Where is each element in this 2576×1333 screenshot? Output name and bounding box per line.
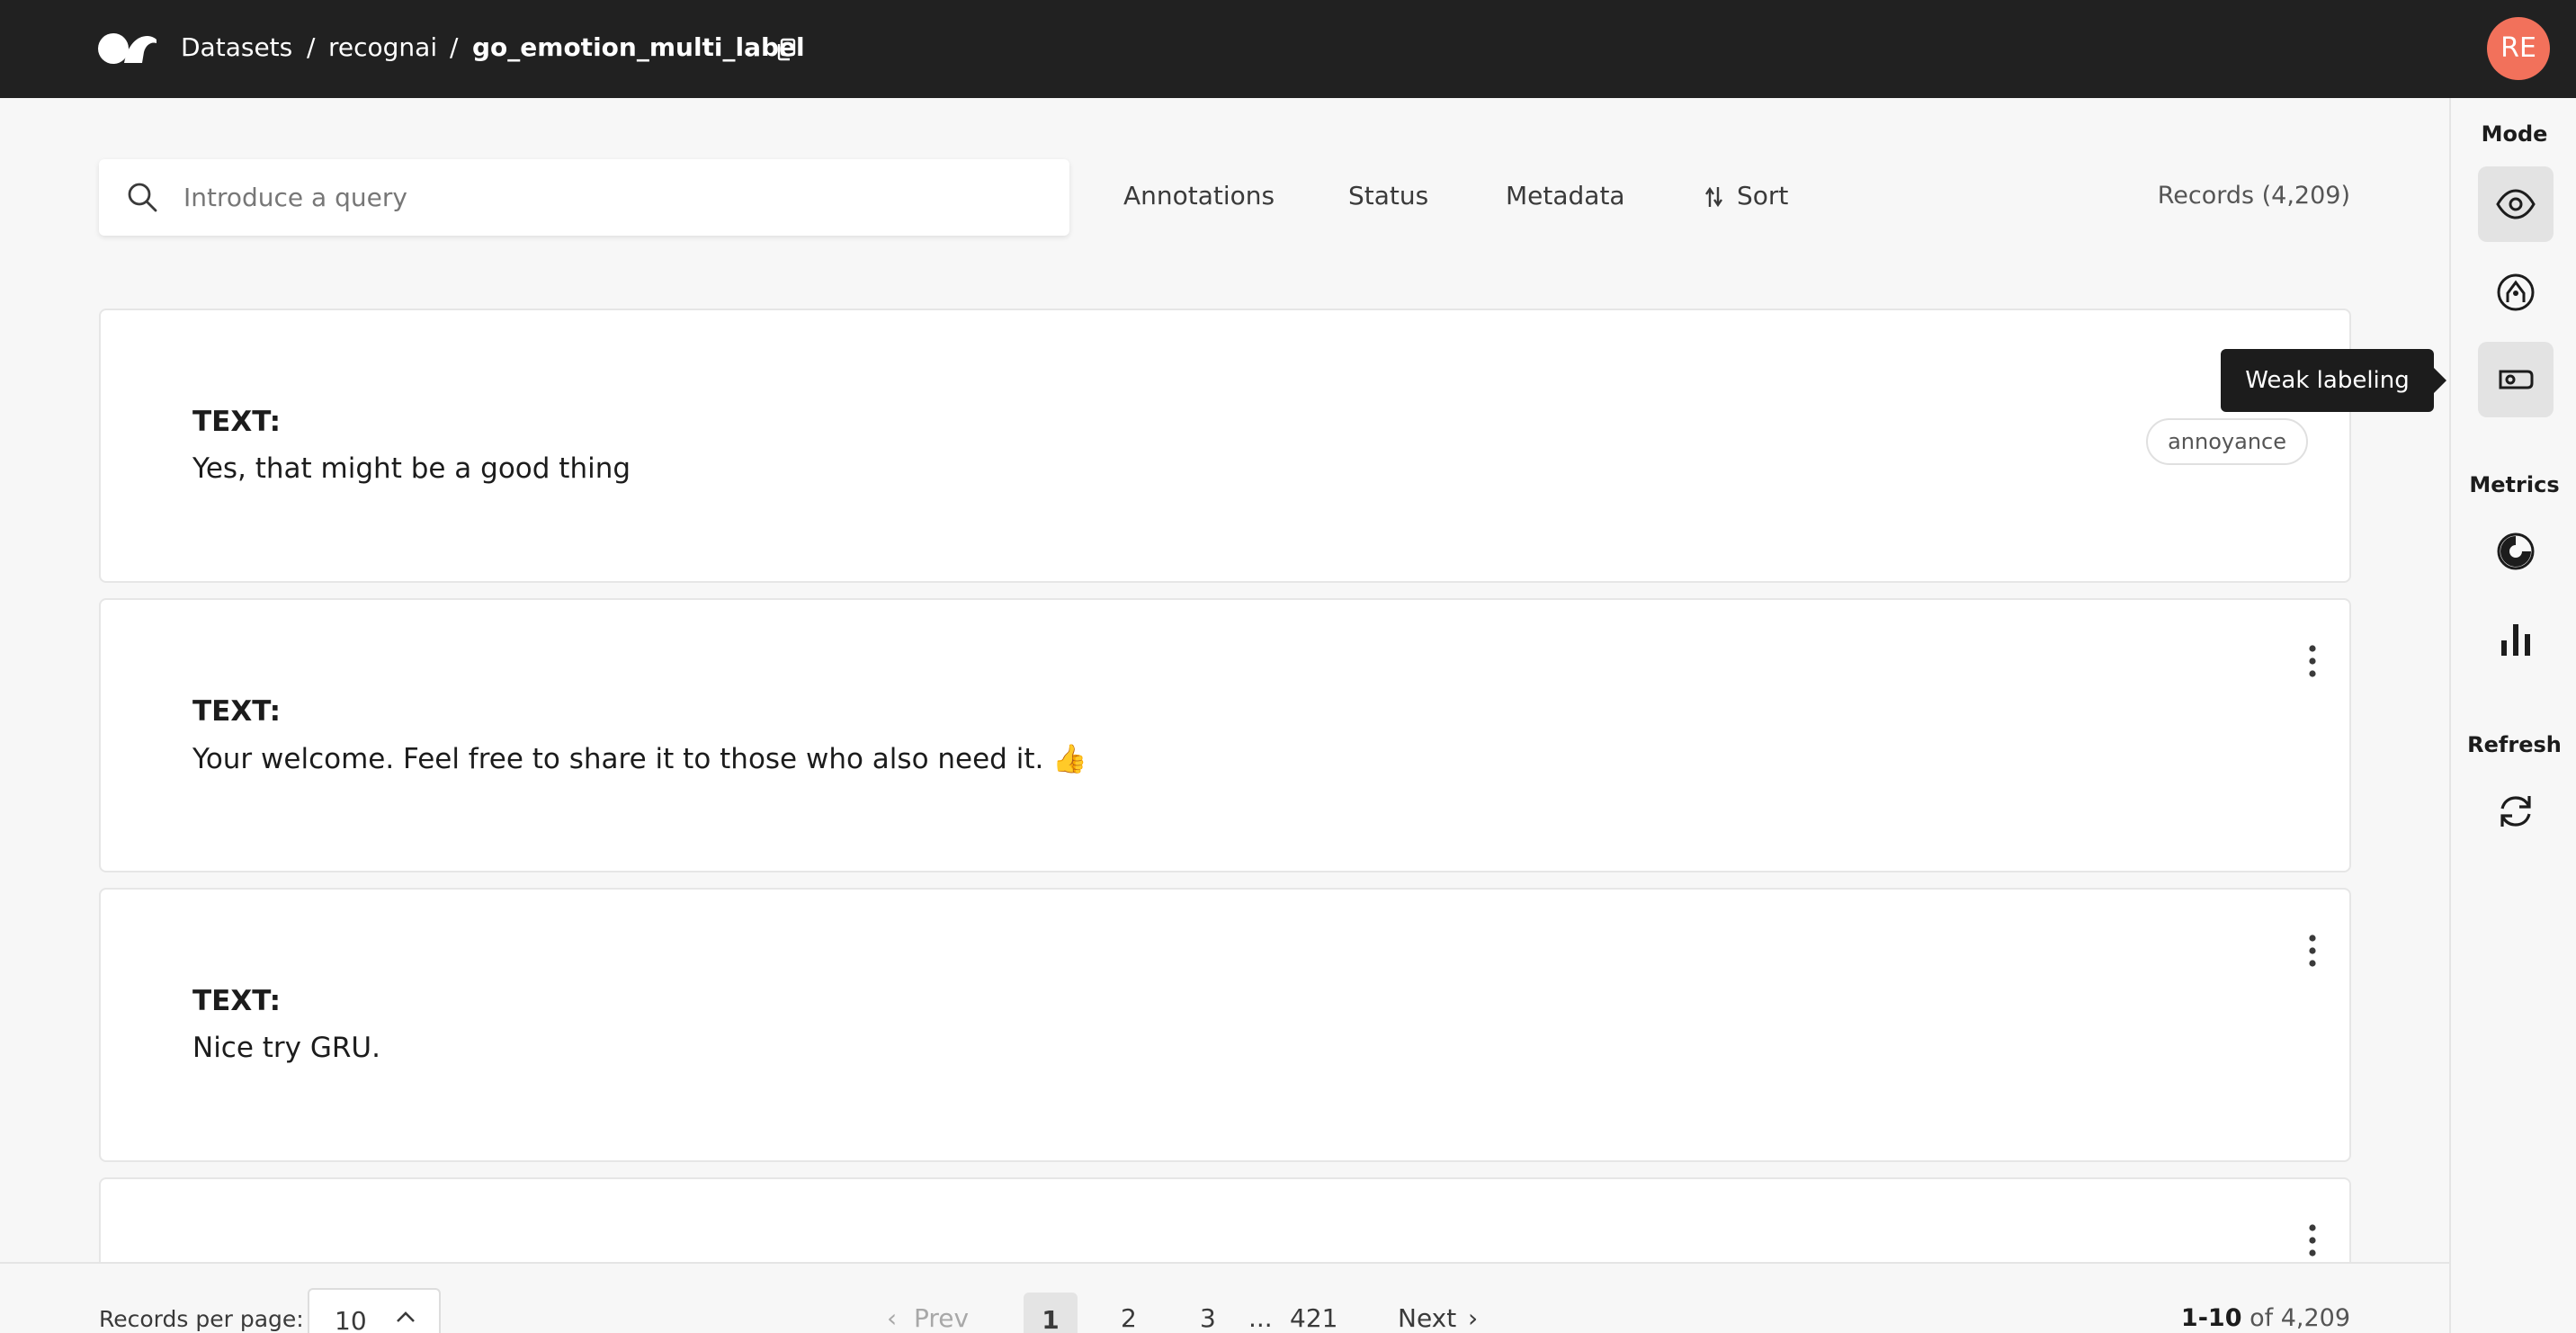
metrics-label: Metrics [2469, 472, 2560, 497]
field-label: TEXT: [192, 695, 282, 728]
breadcrumb-datasets[interactable]: Datasets [181, 31, 292, 65]
stats-metrics-button[interactable] [2478, 602, 2554, 677]
user-avatar[interactable]: RE [2487, 17, 2550, 80]
record-card: TEXT: Nice try GRU. [99, 888, 2351, 1162]
records-per-page-value: 10 [335, 1306, 367, 1333]
chevron-up-icon [397, 1311, 415, 1322]
label-tag[interactable]: annoyance [2146, 418, 2308, 465]
filter-metadata[interactable]: Metadata [1506, 178, 1625, 214]
breadcrumb-workspace[interactable]: recognai [328, 31, 437, 65]
breadcrumb-dataset: go_emotion_multi_label [472, 32, 805, 62]
search-box [99, 159, 1069, 236]
field-label: TEXT: [192, 406, 282, 438]
page-button-current[interactable]: 1 [1024, 1293, 1078, 1333]
chevron-left-icon: ‹ [887, 1303, 898, 1333]
records-per-page-label: Records per page: [99, 1306, 304, 1332]
page-button-2[interactable]: 2 [1121, 1302, 1137, 1333]
weak-labeling-icon [2499, 370, 2534, 389]
search-icon [128, 183, 157, 212]
breadcrumb-separator: / [307, 32, 316, 62]
range-current: 1-10 [2180, 1304, 2242, 1332]
progress-icon [2497, 532, 2535, 570]
records-per-page-select[interactable]: 10 [308, 1288, 441, 1333]
record-text: Your welcome. Feel free to share it to t… [192, 743, 1087, 775]
eye-icon [2496, 189, 2536, 219]
refresh-icon [2500, 796, 2531, 827]
chevron-right-icon: › [1468, 1303, 1479, 1333]
record-card: TEXT: Yes, that might be a good thing an… [99, 309, 2351, 583]
refresh-label: Refresh [2467, 732, 2562, 757]
more-options-icon[interactable] [2306, 643, 2319, 679]
records-count: Records (4,209) [2157, 182, 2350, 210]
refresh-button[interactable] [2478, 774, 2554, 849]
pagination-range: 1-10 of 4,209 [2069, 1302, 2350, 1333]
weak-labeling-mode-button[interactable] [2478, 342, 2554, 417]
more-options-icon[interactable] [2306, 1222, 2319, 1258]
field-label: TEXT: [192, 985, 282, 1017]
prev-page-button[interactable]: Prev [914, 1302, 969, 1333]
breadcrumb-separator: / [450, 32, 459, 62]
record-text: Nice try GRU. [192, 1032, 380, 1064]
annotate-mode-button[interactable] [2478, 255, 2554, 330]
copy-icon[interactable] [775, 38, 797, 61]
page-button-last[interactable]: 421 [1290, 1302, 1337, 1333]
weak-labeling-tooltip: Weak labeling [2221, 349, 2446, 412]
record-card: TEXT: Your welcome. Feel free to share i… [99, 598, 2351, 872]
more-options-icon[interactable] [2306, 933, 2319, 969]
filter-annotations[interactable]: Annotations [1123, 178, 1275, 214]
page-ellipsis: ... [1248, 1303, 1273, 1333]
explore-mode-button[interactable] [2478, 166, 2554, 242]
record-text: Yes, that might be a good thing [192, 452, 631, 485]
page-button-3[interactable]: 3 [1200, 1302, 1216, 1333]
filter-sort[interactable]: Sort [1737, 178, 1788, 214]
sort-icon [1705, 186, 1722, 208]
progress-metrics-button[interactable] [2478, 514, 2554, 589]
right-sidebar: Mode Metrics Refresh [2449, 98, 2576, 1333]
mode-label: Mode [2481, 121, 2548, 147]
top-bar: Datasets / recognai / go_emotion_multi_l… [0, 0, 2576, 98]
search-input[interactable] [183, 159, 1047, 236]
bar-chart-icon [2501, 624, 2530, 656]
filter-status[interactable]: Status [1348, 178, 1428, 214]
next-page-button[interactable]: Next [1398, 1302, 1456, 1333]
range-total: of 4,209 [2250, 1304, 2350, 1332]
annotate-icon [2497, 273, 2535, 311]
argilla-logo[interactable] [97, 32, 157, 65]
